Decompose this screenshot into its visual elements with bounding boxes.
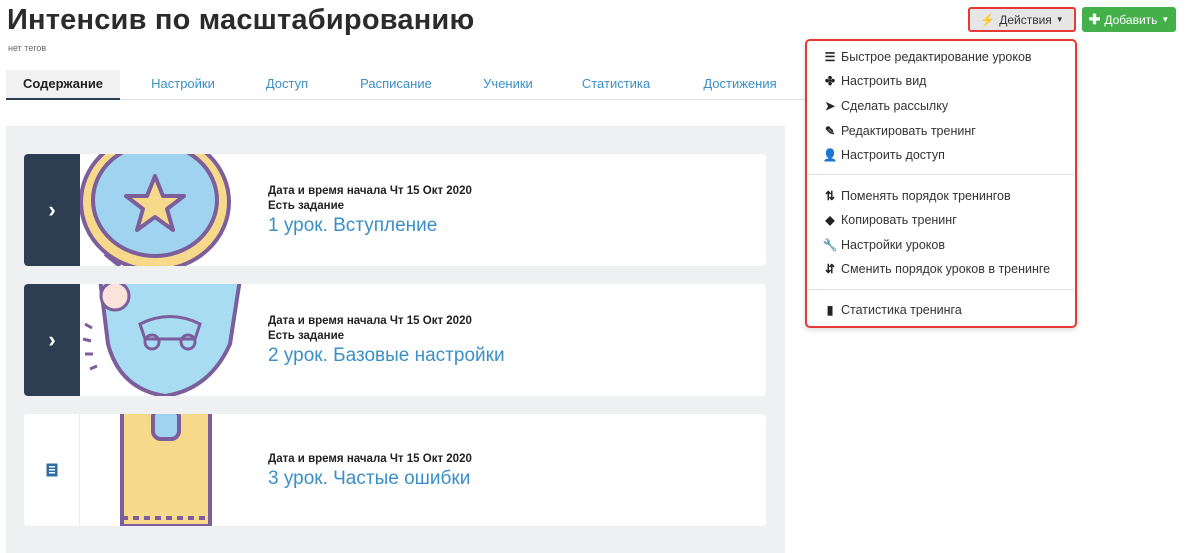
actions-dropdown-button[interactable]: ⚡ Действия ▼ bbox=[968, 7, 1076, 32]
actions-dropdown-menu: ☰ Быстрое редактирование уроков ✤ Настро… bbox=[805, 39, 1077, 328]
list-icon: ☰ bbox=[824, 50, 836, 64]
caret-down-icon: ▼ bbox=[1161, 15, 1170, 24]
menu-item-mailing[interactable]: ➤ Сделать рассылку bbox=[823, 99, 948, 113]
chevron-right-icon[interactable]: › bbox=[24, 284, 80, 396]
training-page: Интенсив по масштабированию нет тегов Со… bbox=[0, 0, 1200, 553]
lesson-card[interactable]: Дата и время начала Чт 15 Окт 2020 3 уро… bbox=[24, 414, 766, 526]
user-icon: 👤 bbox=[822, 148, 838, 162]
star-badge-image bbox=[80, 154, 260, 266]
menu-divider bbox=[808, 289, 1074, 290]
tags-label: нет тегов bbox=[8, 43, 47, 53]
menu-item-training-stats[interactable]: ▮ Статистика тренинга bbox=[823, 303, 962, 317]
add-dropdown-button[interactable]: ✚ Добавить ▼ bbox=[1082, 7, 1176, 32]
menu-item-access[interactable]: 👤 Настроить доступ bbox=[823, 148, 945, 162]
page-title: Интенсив по масштабированию bbox=[7, 4, 475, 36]
lesson-info: Дата и время начала Чт 15 Окт 2020 3 уро… bbox=[268, 452, 472, 490]
puzzle-icon: ✤ bbox=[824, 74, 836, 88]
menu-divider bbox=[808, 174, 1074, 175]
tab-content[interactable]: Содержание bbox=[6, 70, 120, 100]
tab-settings[interactable]: Настройки bbox=[140, 70, 226, 100]
caret-down-icon: ▼ bbox=[1055, 15, 1064, 24]
edit-icon: ✎ bbox=[824, 124, 836, 138]
menu-item-quick-edit[interactable]: ☰ Быстрое редактирование уроков bbox=[823, 50, 1032, 64]
lesson-title-link[interactable]: 2 урок. Базовые настройки bbox=[268, 345, 505, 367]
rocket-car-shield-image bbox=[80, 284, 260, 396]
lesson-card[interactable]: › Дата и время начала Чт 15 Окт 2020 Ест… bbox=[24, 154, 766, 266]
lesson-start-date: Дата и время начала Чт 15 Окт 2020 bbox=[268, 453, 472, 465]
tags-icon: ◆ bbox=[825, 213, 835, 227]
tab-schedule[interactable]: Расписание bbox=[346, 70, 446, 100]
lesson-task-label: Есть задание bbox=[268, 330, 345, 342]
bolt-icon: ⚡ bbox=[980, 12, 996, 27]
lesson-info: Дата и время начала Чт 15 Окт 2020 Есть … bbox=[268, 184, 472, 237]
lesson-start-date: Дата и время начала Чт 15 Окт 2020 bbox=[268, 185, 472, 197]
send-icon: ➤ bbox=[824, 99, 836, 113]
lesson-start-date: Дата и время начала Чт 15 Окт 2020 bbox=[268, 315, 472, 327]
lesson-task-label: Есть задание bbox=[268, 200, 345, 212]
tabs-bar: Содержание Настройки Доступ Расписание У… bbox=[6, 70, 806, 100]
tab-achievements[interactable]: Достижения bbox=[692, 70, 788, 100]
add-label: Добавить bbox=[1104, 12, 1158, 27]
swap-icon: ⇵ bbox=[824, 262, 836, 276]
sort-icon: ⇅ bbox=[824, 189, 836, 203]
menu-item-customize-view[interactable]: ✤ Настроить вид bbox=[823, 74, 927, 88]
document-icon[interactable] bbox=[24, 414, 80, 526]
menu-item-lesson-settings[interactable]: 🔧 Настройки уроков bbox=[823, 238, 945, 252]
menu-item-copy-training[interactable]: ◆ Копировать тренинг bbox=[823, 213, 956, 227]
tab-students[interactable]: Ученики bbox=[468, 70, 548, 100]
chevron-right-icon[interactable]: › bbox=[24, 154, 80, 266]
menu-item-reorder-lessons[interactable]: ⇵ Сменить порядок уроков в тренинге bbox=[823, 262, 1050, 276]
wrench-icon: 🔧 bbox=[822, 238, 838, 252]
tab-statistics[interactable]: Статистика bbox=[568, 70, 664, 100]
plus-icon: ✚ bbox=[1088, 11, 1101, 27]
lesson-info: Дата и время начала Чт 15 Окт 2020 Есть … bbox=[268, 314, 505, 367]
menu-item-edit-training[interactable]: ✎ Редактировать тренинг bbox=[823, 124, 976, 138]
lesson-title-link[interactable]: 3 урок. Частые ошибки bbox=[268, 468, 472, 490]
ticket-image bbox=[80, 414, 260, 526]
lesson-title-link[interactable]: 1 урок. Вступление bbox=[268, 215, 472, 237]
menu-item-reorder-trainings[interactable]: ⇅ Поменять порядок тренингов bbox=[823, 189, 1011, 203]
tab-access[interactable]: Доступ bbox=[252, 70, 322, 100]
actions-label: Действия bbox=[999, 12, 1052, 27]
lesson-card[interactable]: › Дата и время начала Чт 15 Окт 2020 Ест… bbox=[24, 284, 766, 396]
bar-chart-icon: ▮ bbox=[826, 303, 834, 317]
